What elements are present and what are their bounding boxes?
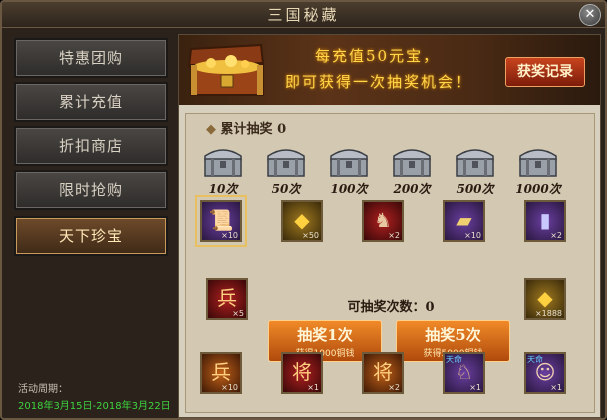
reward-slot[interactable]: ♘ 天命 ×1	[443, 352, 485, 394]
remaining-draws-value: 0	[425, 300, 435, 315]
reward-qty: ×1888	[534, 309, 562, 318]
sidebar-item-group-buy[interactable]: 特惠团购	[14, 38, 168, 78]
silver-chest-icon	[330, 149, 368, 177]
reward-slot[interactable]: 兵 ×10	[200, 352, 242, 394]
destiny-tag: 天命	[527, 355, 543, 364]
banner-headline-1: 每充值50元宝，	[315, 47, 441, 65]
event-period-label: 活动周期：	[18, 384, 68, 395]
milestone-label: 1000次	[515, 182, 561, 196]
reward-qty: ×5	[232, 309, 244, 318]
reward-qty: ×2	[550, 231, 562, 240]
silver-chest-icon	[456, 149, 494, 177]
cumulative-draw-label: 累计抽奖	[220, 122, 273, 137]
milestone-chest[interactable]: 1000次	[513, 144, 563, 196]
destiny-tag: 天命	[446, 355, 462, 364]
remaining-draws-label: 可抽奖次数：	[347, 300, 426, 315]
title-bar: 三国秘藏 ✕	[2, 2, 605, 28]
reward-slot[interactable]: 将 ×2	[362, 352, 404, 394]
reward-qty: ×2	[388, 231, 400, 240]
treasure-chest-icon	[187, 43, 265, 96]
reward-qty: ×1	[550, 383, 562, 392]
prize-record-button[interactable]: 获奖记录	[505, 57, 585, 87]
milestone-chest[interactable]: 500次	[450, 144, 500, 196]
sidebar-item-world-treasures[interactable]: 天下珍宝	[14, 216, 168, 256]
draw-five-label: 抽奖5次	[425, 326, 481, 344]
treasure-event-window: 三国秘藏 ✕ 特惠团购 累计充值 折扣商店 限时抢购 天下珍宝 活动周期： 20…	[0, 0, 607, 420]
silver-chest-icon	[204, 149, 242, 177]
reward-qty: ×1	[469, 383, 481, 392]
cumulative-draw-title: ◆ 累计抽奖 0	[206, 122, 287, 137]
lottery-content: ◆ 累计抽奖 0 10次 50次 100次 200次 500次 1000次 📜 ×10 ◆…	[185, 113, 595, 413]
banner-headline-2: 即可获得一次抽奖机会！	[285, 73, 473, 91]
milestone-label: 200次	[393, 182, 431, 196]
reward-slot[interactable]: ◆ ×50	[281, 200, 323, 242]
sidebar: 特惠团购 累计充值 折扣商店 限时抢购 天下珍宝 活动周期： 2018年3月15…	[10, 34, 175, 414]
milestone-label: 100次	[330, 182, 368, 196]
sidebar-item-discount-shop[interactable]: 折扣商店	[14, 126, 168, 166]
reward-qty: ×1	[307, 383, 319, 392]
reward-slot[interactable]: ▮ ×2	[524, 200, 566, 242]
reward-qty: ×10	[221, 231, 238, 240]
sidebar-item-cumulative-recharge[interactable]: 累计充值	[14, 82, 168, 122]
milestone-label: 50次	[271, 182, 301, 196]
milestone-label: 500次	[456, 182, 494, 196]
reward-slot[interactable]: 📜 ×10	[195, 195, 247, 247]
event-period-dates: 2018年3月15日-2018年3月22日	[18, 401, 171, 412]
milestone-chest[interactable]: 200次	[387, 144, 437, 196]
main-panel: 每充值50元宝， 即可获得一次抽奖机会！ 获奖记录 ◆ 累计抽奖 0 10次 50…	[178, 34, 601, 418]
cumulative-draw-value: 0	[277, 122, 287, 137]
promo-banner: 每充值50元宝， 即可获得一次抽奖机会！ 获奖记录	[179, 35, 600, 105]
remaining-draws: 可抽奖次数：0	[306, 296, 476, 315]
reward-slot[interactable]: 将 ×1	[281, 352, 323, 394]
reward-slot[interactable]: ♞ ×2	[362, 200, 404, 242]
window-title: 三国秘藏	[267, 6, 340, 24]
draw-once-label: 抽奖1次	[297, 326, 353, 344]
milestone-label: 10次	[208, 182, 238, 196]
reward-slot[interactable]: ☺ 天命 ×1	[524, 352, 566, 394]
silver-chest-icon	[267, 149, 305, 177]
milestone-chest[interactable]: 100次	[324, 144, 374, 196]
reward-qty: ×2	[388, 383, 400, 392]
silver-chest-icon	[519, 149, 557, 177]
reward-qty: ×10	[221, 383, 238, 392]
reward-slot[interactable]: ◆ ×1888	[524, 278, 566, 320]
close-icon[interactable]: ✕	[579, 4, 601, 26]
reward-qty: ×10	[464, 231, 481, 240]
milestone-chest[interactable]: 10次	[198, 144, 248, 196]
reward-slot[interactable]: ▰ ×10	[443, 200, 485, 242]
milestone-chest[interactable]: 50次	[261, 144, 311, 196]
reward-qty: ×50	[302, 231, 319, 240]
sidebar-item-flash-sale[interactable]: 限时抢购	[14, 170, 168, 210]
reward-slot[interactable]: 兵 ×5	[206, 278, 248, 320]
silver-chest-icon	[393, 149, 431, 177]
